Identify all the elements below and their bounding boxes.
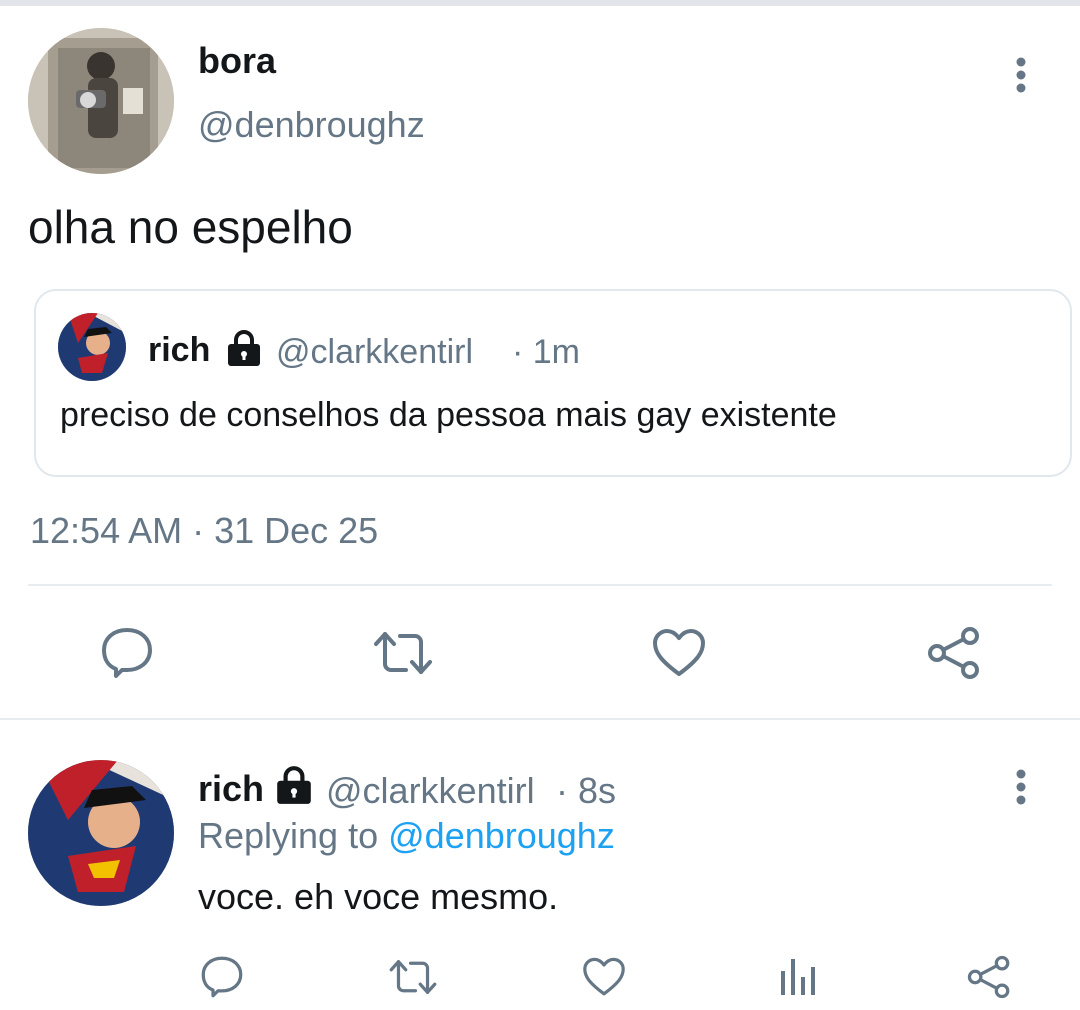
divider [28, 584, 1052, 586]
quoted-tweet-text: preciso de conselhos da pessoa mais gay … [60, 396, 837, 434]
reply-text: voce. eh voce mesmo. [198, 876, 559, 917]
replying-to-line: Replying to @denbroughz [198, 815, 615, 857]
retweet-icon[interactable] [388, 955, 438, 999]
lock-icon [225, 328, 263, 368]
author-avatar[interactable] [28, 28, 174, 174]
reply-author-handle[interactable]: @clarkkentirl [326, 770, 535, 812]
like-icon[interactable] [652, 628, 706, 678]
reply-icon[interactable] [100, 626, 154, 680]
share-icon[interactable] [926, 626, 982, 680]
section-divider [0, 718, 1080, 720]
quoted-tweet-card[interactable] [34, 289, 1072, 477]
analytics-icon[interactable] [778, 955, 818, 997]
lock-icon [274, 764, 314, 806]
reply-time-ago: · 8s [556, 770, 617, 811]
retweet-icon[interactable] [372, 626, 434, 680]
quoted-time-ago: · 1m [512, 333, 580, 371]
more-vertical-icon[interactable] [1008, 56, 1034, 96]
quoted-author-handle: @clarkkentirl [276, 333, 473, 371]
author-handle[interactable]: @denbroughz [198, 104, 425, 146]
tweet-text: olha no espelho [28, 201, 353, 253]
reply-author-avatar[interactable] [28, 760, 174, 906]
replying-to-label: Replying to [198, 815, 379, 856]
tweet-timestamp: 12:54 AM · 31 Dec 25 [30, 510, 379, 551]
top-divider [0, 0, 1080, 6]
quoted-author-name: rich [148, 331, 211, 369]
reply-icon[interactable] [200, 955, 244, 999]
author-name[interactable]: bora [198, 40, 276, 82]
replying-to-handle[interactable]: @denbroughz [388, 815, 615, 856]
quoted-author-avatar [58, 313, 126, 381]
like-icon[interactable] [582, 957, 626, 997]
reply-author-name[interactable]: rich [198, 768, 264, 810]
share-icon[interactable] [966, 955, 1012, 999]
more-vertical-icon[interactable] [1008, 768, 1034, 808]
